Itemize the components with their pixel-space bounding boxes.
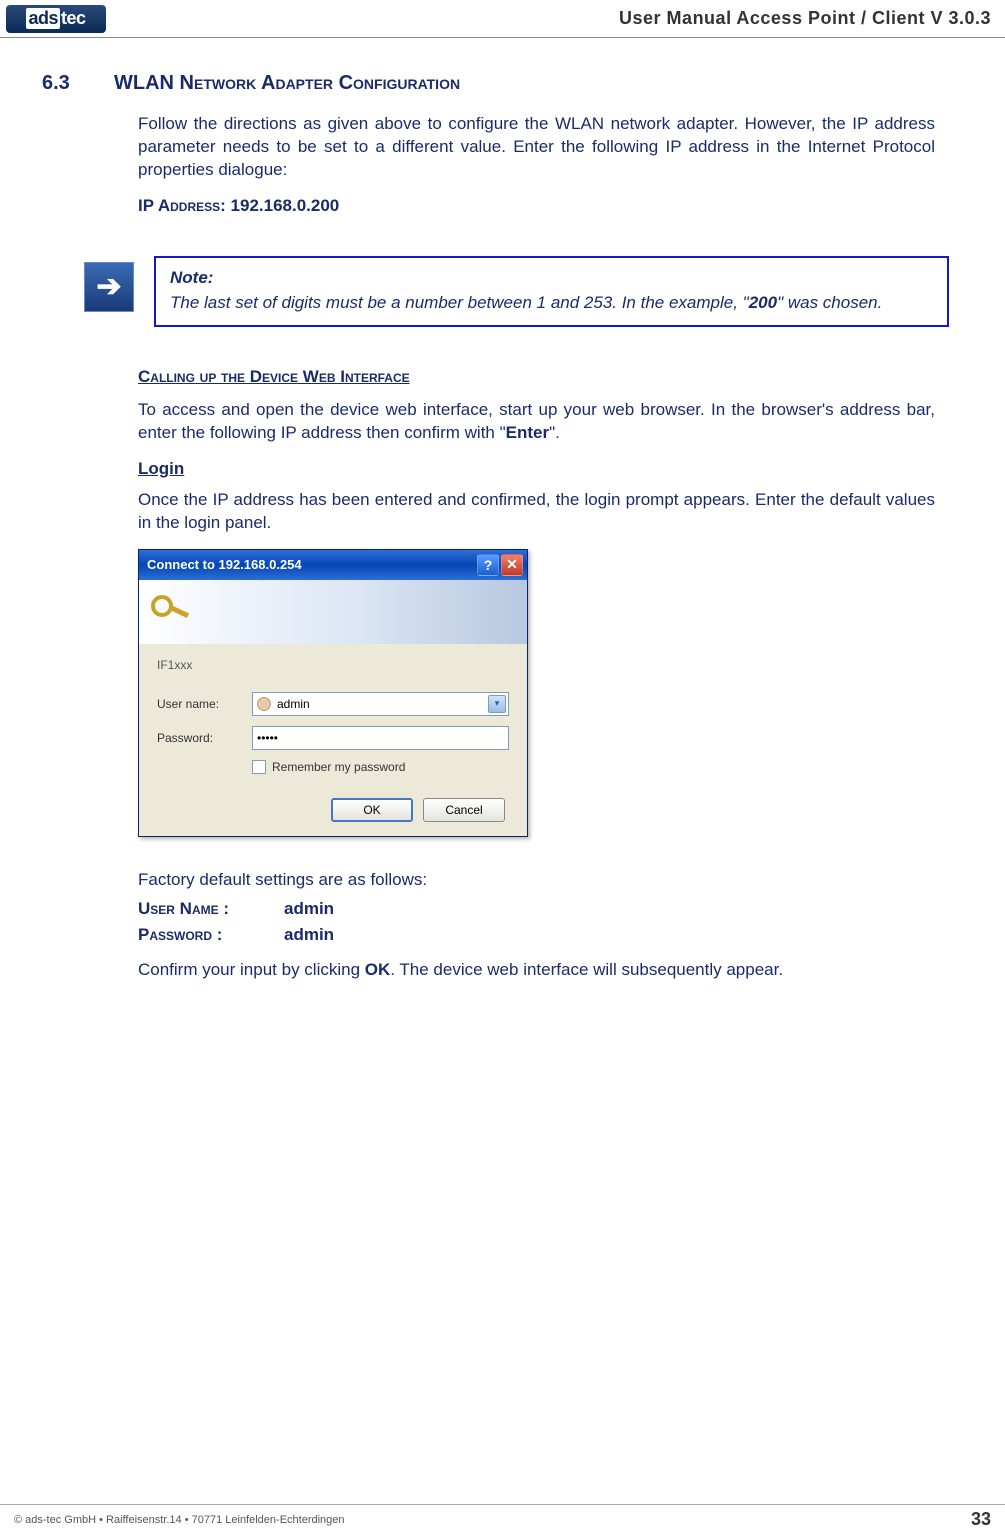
note-body: The last set of digits must be a number …	[170, 292, 933, 315]
cancel-button[interactable]: Cancel	[423, 798, 505, 822]
default-username-row: User Name : admin	[138, 899, 935, 919]
dialog-titlebar: Connect to 192.168.0.254 ? ✕	[139, 550, 527, 580]
remember-row: Remember my password	[252, 760, 509, 774]
dialog-realm: IF1xxx	[157, 658, 509, 672]
password-label: Password:	[157, 731, 252, 745]
login-heading: Login	[138, 459, 935, 479]
note-block: ➔ Note: The last set of digits must be a…	[84, 256, 935, 327]
username-row: User name: admin ▾	[157, 692, 509, 716]
page-header: adstec User Manual Access Point / Client…	[0, 0, 1005, 38]
dialog-button-row: OK Cancel	[157, 798, 509, 822]
dialog-title: Connect to 192.168.0.254	[147, 557, 475, 572]
username-label: User name:	[157, 697, 252, 711]
note-title: Note:	[170, 268, 933, 288]
dialog-body: IF1xxx User name: admin ▾ Password: ••••…	[139, 644, 527, 836]
note-body-bold: 200	[749, 293, 777, 312]
ok-button[interactable]: OK	[331, 798, 413, 822]
ip-address-line: IP Address: 192.168.0.200	[138, 196, 935, 216]
password-row: Password: •••••	[157, 726, 509, 750]
confirm-suffix: . The device web interface will subseque…	[390, 960, 783, 979]
ip-address-label: IP Address:	[138, 196, 226, 215]
confirm-paragraph: Confirm your input by clicking OK. The d…	[138, 959, 935, 982]
help-button[interactable]: ?	[477, 554, 499, 576]
chevron-down-icon[interactable]: ▾	[488, 695, 506, 713]
web-interface-heading: Calling up the Device Web Interface	[138, 367, 935, 387]
confirm-bold: OK	[365, 960, 391, 979]
page-footer: © ads-tec GmbH • Raiffeisenstr.14 • 7077…	[0, 1504, 1005, 1530]
login-dialog: Connect to 192.168.0.254 ? ✕ IF1xxx User…	[138, 549, 528, 837]
username-input[interactable]: admin ▾	[252, 692, 509, 716]
web-interface-paragraph: To access and open the device web interf…	[138, 399, 935, 445]
default-username-value: admin	[284, 899, 334, 919]
dialog-banner	[139, 580, 527, 644]
confirm-prefix: Confirm your input by clicking	[138, 960, 365, 979]
page-content: 6.3 WLAN Network Adapter Configuration F…	[0, 38, 1005, 982]
login-paragraph: Once the IP address has been entered and…	[138, 489, 935, 535]
intro-paragraph: Follow the directions as given above to …	[138, 113, 935, 182]
note-body-suffix: " was chosen.	[777, 293, 882, 312]
note-box: Note: The last set of digits must be a n…	[154, 256, 949, 327]
user-icon	[257, 697, 271, 711]
password-input[interactable]: •••••	[252, 726, 509, 750]
page-number: 33	[971, 1509, 991, 1530]
default-password-label: Password :	[138, 925, 268, 945]
password-value: •••••	[257, 731, 278, 745]
arrow-right-icon: ➔	[84, 262, 134, 312]
remember-label: Remember my password	[272, 760, 405, 774]
section-title: WLAN Network Adapter Configuration	[114, 72, 460, 95]
default-username-label: User Name :	[138, 899, 268, 919]
footer-copyright: © ads-tec GmbH • Raiffeisenstr.14 • 7077…	[14, 1514, 971, 1526]
section-number: 6.3	[42, 72, 96, 95]
default-password-row: Password : admin	[138, 925, 935, 945]
ip-address-value: 192.168.0.200	[231, 196, 340, 215]
section-heading: 6.3 WLAN Network Adapter Configuration	[42, 72, 935, 95]
remember-checkbox[interactable]	[252, 760, 266, 774]
web-interface-suffix: ".	[549, 423, 560, 442]
close-button[interactable]: ✕	[501, 554, 523, 576]
note-body-prefix: The last set of digits must be a number …	[170, 293, 749, 312]
manual-title: User Manual Access Point / Client V 3.0.…	[106, 8, 1005, 29]
default-password-value: admin	[284, 925, 334, 945]
brand-logo: adstec	[6, 5, 106, 33]
username-value: admin	[277, 697, 310, 711]
keys-icon	[151, 591, 193, 633]
web-interface-bold: Enter	[506, 423, 549, 442]
defaults-intro: Factory default settings are as follows:	[138, 869, 935, 892]
